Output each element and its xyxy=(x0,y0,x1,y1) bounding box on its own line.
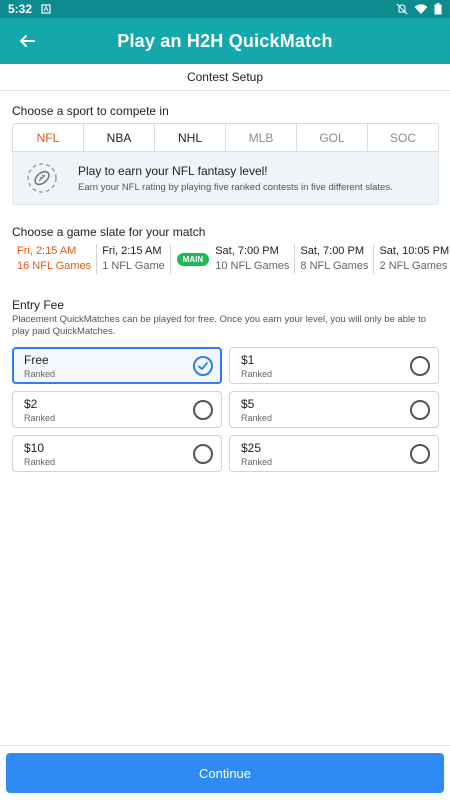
fee-option-5[interactable]: $5 Ranked xyxy=(229,391,439,428)
slate-time: Sat, 7:00 PM xyxy=(300,245,364,257)
fee-amount: $10 xyxy=(24,441,45,455)
fee-type: Ranked xyxy=(241,369,273,379)
fee-type: Ranked xyxy=(24,369,56,379)
radio-icon xyxy=(410,356,430,376)
app-header: Play an H2H QuickMatch xyxy=(0,18,450,64)
fee-amount: $1 xyxy=(241,353,255,367)
status-bar: 5:32 xyxy=(0,0,450,18)
fee-option-25[interactable]: $25 Ranked xyxy=(229,435,439,472)
slate-item[interactable]: Sat, 10:05 PM 2 NFL Games xyxy=(374,244,450,274)
promo-title: Play to earn your NFL fantasy level! xyxy=(78,163,268,178)
wifi-icon xyxy=(414,3,428,15)
notification-icon xyxy=(40,3,52,15)
fee-type: Ranked xyxy=(24,413,56,423)
arrow-left-icon xyxy=(20,35,35,47)
slate-item[interactable]: Sat, 7:00 PM 8 NFL Games xyxy=(295,244,375,274)
slate-games: 2 NFL Games xyxy=(379,260,448,272)
slate-games: 8 NFL Games xyxy=(300,260,369,272)
fee-option-free[interactable]: Free Ranked xyxy=(12,347,222,384)
fee-type: Ranked xyxy=(24,457,56,467)
back-button[interactable] xyxy=(12,26,42,56)
fee-amount: $25 xyxy=(241,441,262,455)
promo-description: Earn your NFL rating by playing five ran… xyxy=(78,181,393,193)
fee-amount: $5 xyxy=(241,397,255,411)
contest-setup-header: Contest Setup xyxy=(0,64,450,91)
tab-nhl[interactable]: NHL xyxy=(155,124,226,151)
slate-section-label: Choose a game slate for your match xyxy=(12,225,206,239)
sport-section-label: Choose a sport to compete in xyxy=(12,104,169,118)
tab-mlb[interactable]: MLB xyxy=(226,124,297,151)
tab-soc[interactable]: SOC xyxy=(368,124,438,151)
fee-option-10[interactable]: $10 Ranked xyxy=(12,435,222,472)
slate-time: Fri, 2:15 AM xyxy=(17,245,77,257)
slate-time: Sat, 7:00 PM xyxy=(215,245,279,257)
fee-type: Ranked xyxy=(241,413,273,423)
battery-icon xyxy=(434,3,442,15)
slate-item[interactable]: Sat, 7:00 PM 10 NFL Games xyxy=(215,244,296,274)
fee-option-2[interactable]: $2 Ranked xyxy=(12,391,222,428)
mute-icon xyxy=(396,3,408,15)
slate-item[interactable]: Fri, 2:15 AM 1 NFL Game xyxy=(97,244,171,274)
entry-fee-label: Entry Fee xyxy=(12,298,65,312)
radio-icon xyxy=(410,400,430,420)
main-slate-badge: MAIN xyxy=(176,252,210,266)
radio-icon xyxy=(410,444,430,464)
slate-item[interactable]: Fri, 2:15 AM 16 NFL Games xyxy=(12,244,98,274)
tab-gol[interactable]: GOL xyxy=(297,124,368,151)
slate-games: 16 NFL Games xyxy=(17,260,92,272)
sport-tabs: NFL NBA NHL MLB GOL SOC xyxy=(12,123,439,152)
slate-time: Sat, 10:05 PM xyxy=(379,245,450,257)
tab-nba[interactable]: NBA xyxy=(84,124,155,151)
check-circle-icon xyxy=(193,356,213,376)
slate-time: Fri, 2:15 AM xyxy=(102,245,162,257)
footer-divider xyxy=(0,745,450,746)
radio-icon xyxy=(193,400,213,420)
slate-list: Fri, 2:15 AM 16 NFL Games Fri, 2:15 AM 1… xyxy=(12,244,450,274)
tab-nfl[interactable]: NFL xyxy=(13,124,84,151)
fee-amount: $2 xyxy=(24,397,38,411)
continue-button[interactable]: Continue xyxy=(6,753,444,793)
entry-fee-note: Placement QuickMatches can be played for… xyxy=(12,314,426,337)
slate-games: 10 NFL Games xyxy=(215,260,290,272)
radio-icon xyxy=(193,444,213,464)
fee-option-1[interactable]: $1 Ranked xyxy=(229,347,439,384)
fee-amount: Free xyxy=(24,353,49,367)
fee-type: Ranked xyxy=(241,457,273,467)
page-title: Play an H2H QuickMatch xyxy=(117,30,333,51)
fantasy-level-banner: Play to earn your NFL fantasy level! Ear… xyxy=(12,152,439,205)
slate-games: 1 NFL Game xyxy=(102,260,165,272)
football-icon xyxy=(26,162,58,194)
status-time: 5:32 xyxy=(8,2,33,16)
